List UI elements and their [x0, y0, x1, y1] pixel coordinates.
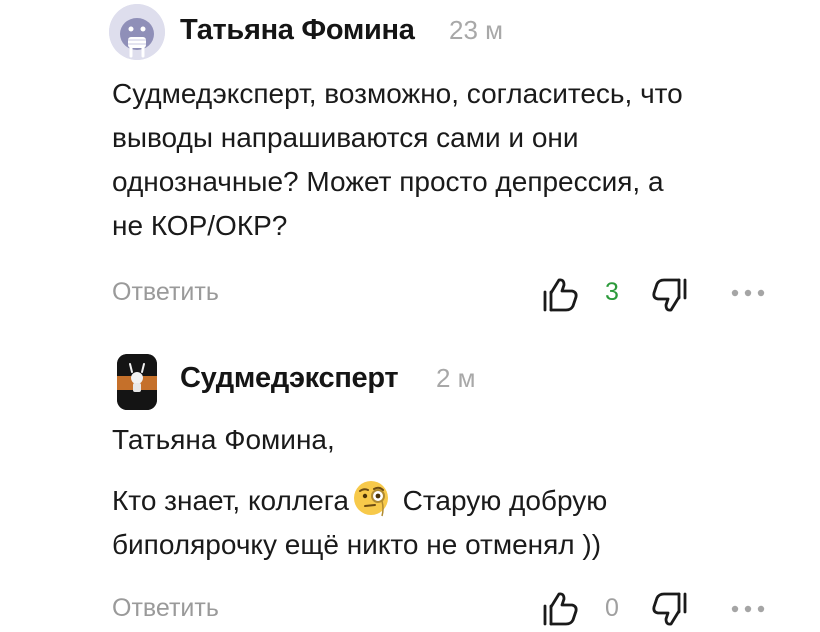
comment-text-line: Судмедэксперт, возможно, согласитесь, чт… [112, 78, 683, 109]
reply-button[interactable]: Ответить [112, 278, 219, 307]
thumbs-down-icon[interactable] [650, 590, 690, 628]
comment-text: Судмедэксперт, возможно, согласитесь, чт… [112, 72, 683, 248]
author-avatar-icon [117, 354, 157, 410]
comment-text: Кто знает, коллега Старую добрую биполяр… [112, 478, 607, 567]
more-options-icon[interactable] [730, 604, 766, 614]
avatar[interactable] [117, 354, 157, 410]
thumbs-up-icon[interactable] [540, 590, 580, 628]
comment-text-line: Татьяна Фомина, [112, 424, 335, 455]
walrus-avatar-icon [109, 4, 165, 60]
comment-text-line: биполярочку ещё никто не отменял )) [112, 529, 602, 560]
comment-author[interactable]: Судмедэксперт [180, 362, 399, 395]
face-with-monocle-emoji-icon [353, 481, 388, 517]
like-count: 0 [605, 594, 619, 622]
thumbs-up-icon[interactable] [540, 276, 580, 314]
comment-time: 2 м [436, 363, 476, 393]
thumbs-down-icon[interactable] [650, 276, 690, 314]
comment-text-line: Кто знает, коллега Старую добрую [112, 478, 607, 523]
comment-text-line: однозначные? Может просто депрессия, а [112, 166, 664, 197]
comment-text-fragment: Старую добрую [394, 485, 608, 516]
avatar[interactable] [109, 4, 165, 60]
comment-time: 23 м [449, 15, 504, 45]
more-options-icon[interactable] [730, 288, 766, 298]
like-count: 3 [605, 278, 619, 306]
comment-text-line: выводы напрашиваются сами и они [112, 122, 579, 153]
comment-text-fragment: Кто знает, коллега [112, 485, 349, 516]
comment-text-line: не КОР/ОКР? [112, 210, 288, 241]
reply-button[interactable]: Ответить [112, 594, 219, 623]
comment-author[interactable]: Татьяна Фомина [180, 14, 415, 47]
